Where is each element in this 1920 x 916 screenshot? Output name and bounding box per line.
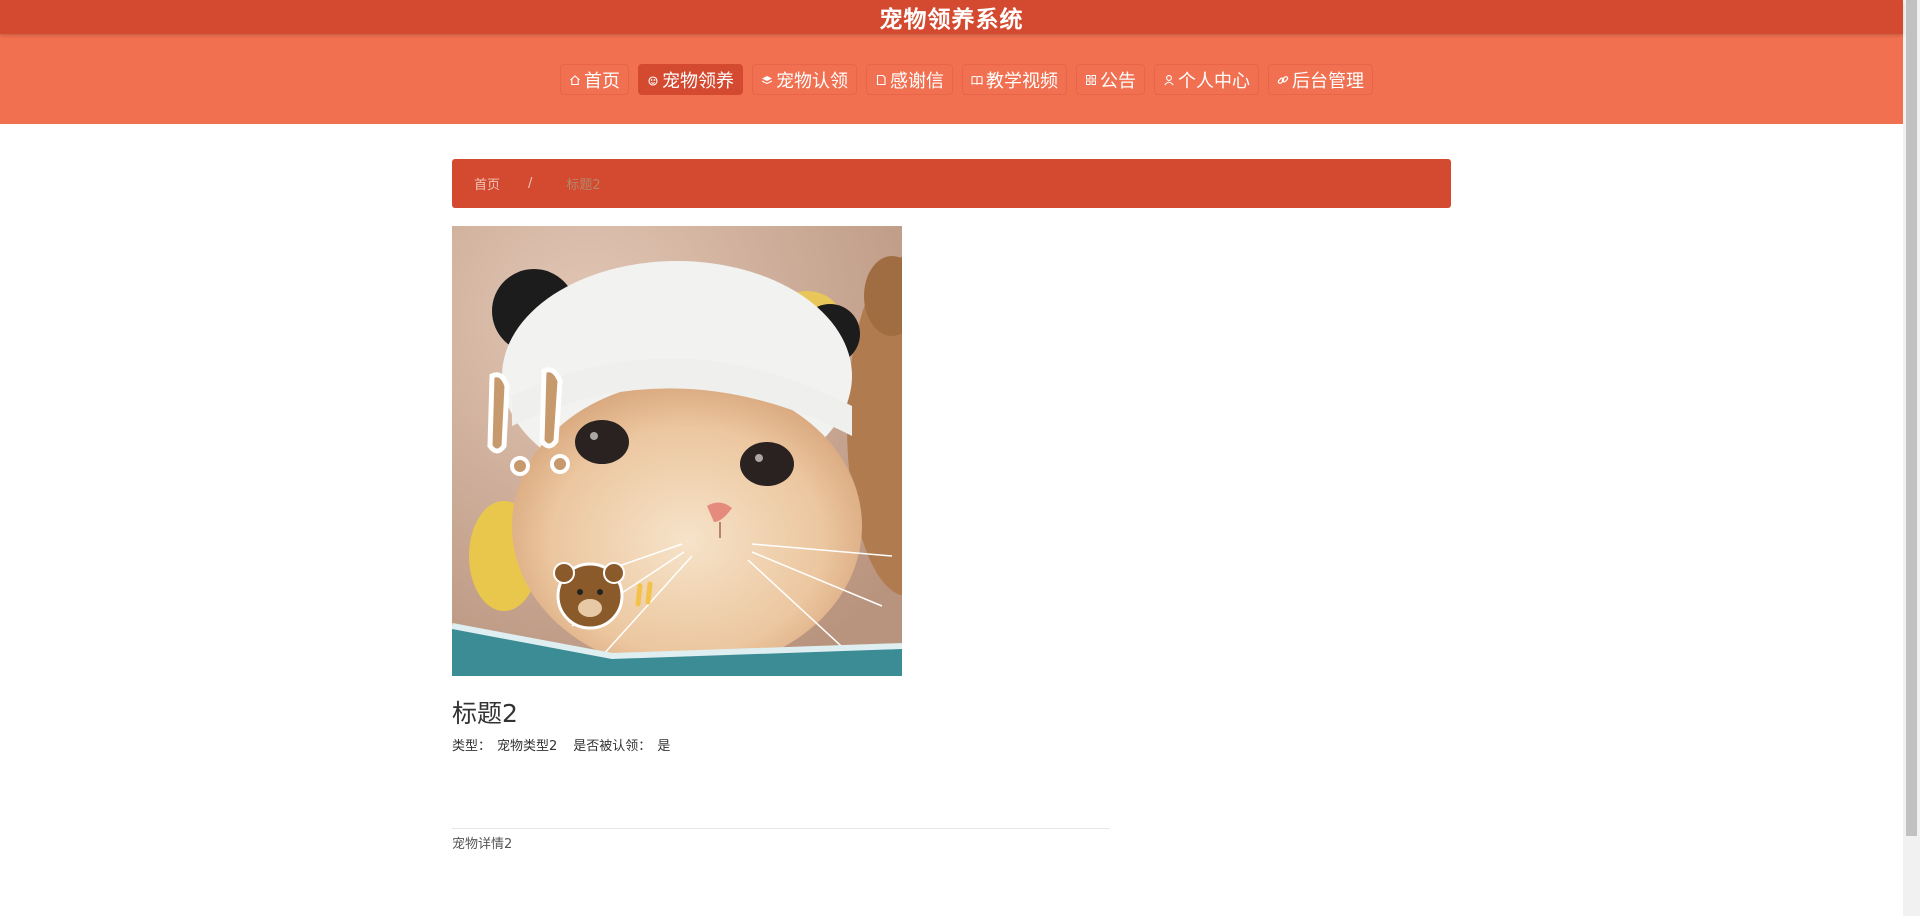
nav-item-teaching-video[interactable]: 教学视频	[962, 64, 1067, 95]
document-icon	[875, 74, 887, 86]
pet-detail: 宠物详情2	[452, 837, 513, 852]
pet-title: 标题2	[452, 699, 518, 728]
nav-item-label: 教学视频	[986, 70, 1058, 92]
book-icon	[971, 74, 983, 86]
page: 宠物领养系统 首页 宠物领养 宠物认领 感谢信 教学视频 公告 个人中心 后台管…	[0, 0, 1920, 916]
cat-illustration	[452, 226, 902, 676]
grid-icon	[1085, 74, 1097, 86]
main-navigation: 首页 宠物领养 宠物认领 感谢信 教学视频 公告 个人中心 后台管理	[0, 34, 1903, 124]
breadcrumb-separator: /	[528, 176, 533, 191]
layers-icon	[761, 74, 773, 86]
pet-meta: 类型： 宠物类型2 是否被认领： 是	[452, 735, 1451, 754]
pet-photo	[452, 226, 902, 676]
pet-type-value: 宠物类型2	[497, 739, 558, 754]
nav-item-label: 感谢信	[890, 70, 944, 92]
nav-item-thank-letter[interactable]: 感谢信	[866, 64, 953, 95]
vertical-scrollbar[interactable]	[1903, 0, 1920, 916]
nav-item-label: 公告	[1100, 70, 1136, 92]
pet-type-label: 类型：	[452, 739, 492, 754]
home-icon	[569, 74, 581, 86]
pet-claimed-value: 是	[657, 739, 671, 754]
divider	[452, 828, 1110, 829]
nav-item-personal-center[interactable]: 个人中心	[1154, 64, 1259, 95]
nav-list: 首页 宠物领养 宠物认领 感谢信 教学视频 公告 个人中心 后台管理	[560, 64, 1373, 95]
breadcrumb-current: 标题2	[566, 178, 601, 193]
nav-item-label: 宠物领养	[662, 70, 734, 92]
breadcrumb-home-link[interactable]: 首页	[474, 174, 500, 193]
user-icon	[1163, 74, 1175, 86]
nav-item-pet-claim[interactable]: 宠物认领	[752, 64, 857, 95]
breadcrumb: 首页 / 标题2	[452, 159, 1451, 208]
scrollbar-thumb[interactable]	[1906, 0, 1917, 836]
nav-item-admin[interactable]: 后台管理	[1268, 64, 1373, 95]
nav-item-pet-adoption[interactable]: 宠物领养	[638, 64, 743, 95]
nav-item-label: 后台管理	[1292, 70, 1364, 92]
nav-item-announcement[interactable]: 公告	[1076, 64, 1145, 95]
nav-item-label: 个人中心	[1178, 70, 1250, 92]
nav-item-label: 宠物认领	[776, 70, 848, 92]
main-content: 首页 / 标题2 标题2 类型： 宠物类型2 是否被认领： 是 宠物详情2	[452, 159, 1451, 852]
site-title: 宠物领养系统	[879, 7, 1024, 33]
pet-claimed-label: 是否被认领：	[573, 739, 652, 754]
nav-item-home[interactable]: 首页	[560, 64, 629, 95]
top-header: 宠物领养系统	[0, 0, 1903, 34]
link-icon	[1277, 74, 1289, 86]
paw-icon	[647, 74, 659, 86]
nav-item-label: 首页	[584, 70, 620, 92]
